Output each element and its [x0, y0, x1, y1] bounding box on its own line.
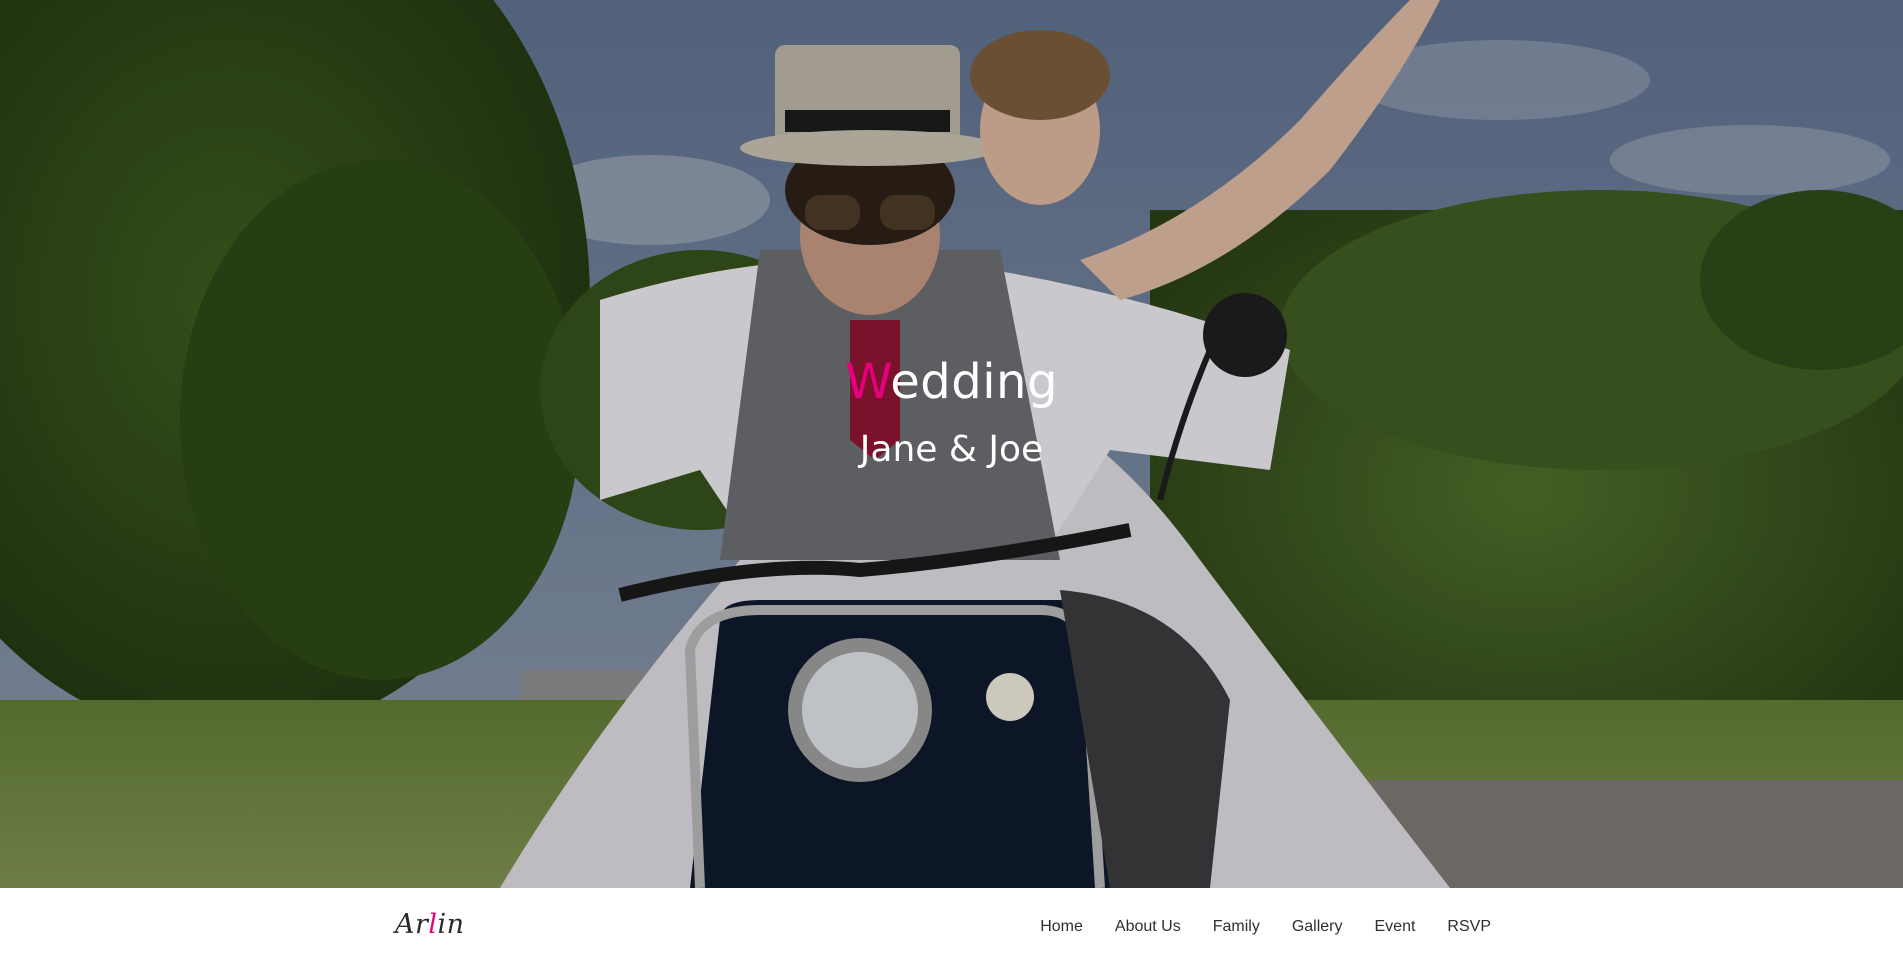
nav-link-event[interactable]: Event — [1375, 918, 1416, 935]
navbar: Arlin Home About Us Family Gallery Event… — [0, 888, 1903, 966]
nav-item-event: Event — [1375, 918, 1416, 936]
brand-logo[interactable]: Arlin — [395, 909, 465, 940]
nav-menu: Home About Us Family Gallery Event RSVP — [1008, 888, 1491, 966]
nav-item-family: Family — [1213, 918, 1260, 936]
nav-link-gallery[interactable]: Gallery — [1292, 918, 1343, 935]
hero-title-initial: W — [845, 354, 891, 410]
hero-title-rest: edding — [890, 354, 1058, 410]
nav-link-about-us[interactable]: About Us — [1115, 918, 1181, 935]
brand-logo-text-accent: l — [428, 909, 438, 940]
nav-link-rsvp[interactable]: RSVP — [1447, 918, 1491, 935]
nav-link-home[interactable]: Home — [1040, 918, 1083, 935]
hero-title: Wedding — [845, 350, 1058, 414]
page: Wedding Jane & Joe Arlin Home About Us F… — [0, 0, 1903, 966]
brand-logo-text-start: Ar — [395, 909, 429, 940]
brand-logo-text-end: in — [437, 909, 465, 940]
nav-item-gallery: Gallery — [1292, 918, 1343, 936]
hero-subtitle-container: Jane & Joe — [0, 426, 1903, 474]
hero-section: Wedding Jane & Joe — [0, 0, 1903, 888]
hero-subtitle: Jane & Joe — [859, 429, 1044, 470]
nav-item-home: Home — [1040, 918, 1083, 936]
nav-item-about-us: About Us — [1115, 918, 1181, 936]
nav-link-family[interactable]: Family — [1213, 918, 1260, 935]
nav-item-rsvp: RSVP — [1447, 918, 1491, 936]
hero-title-container: Wedding — [0, 350, 1903, 414]
